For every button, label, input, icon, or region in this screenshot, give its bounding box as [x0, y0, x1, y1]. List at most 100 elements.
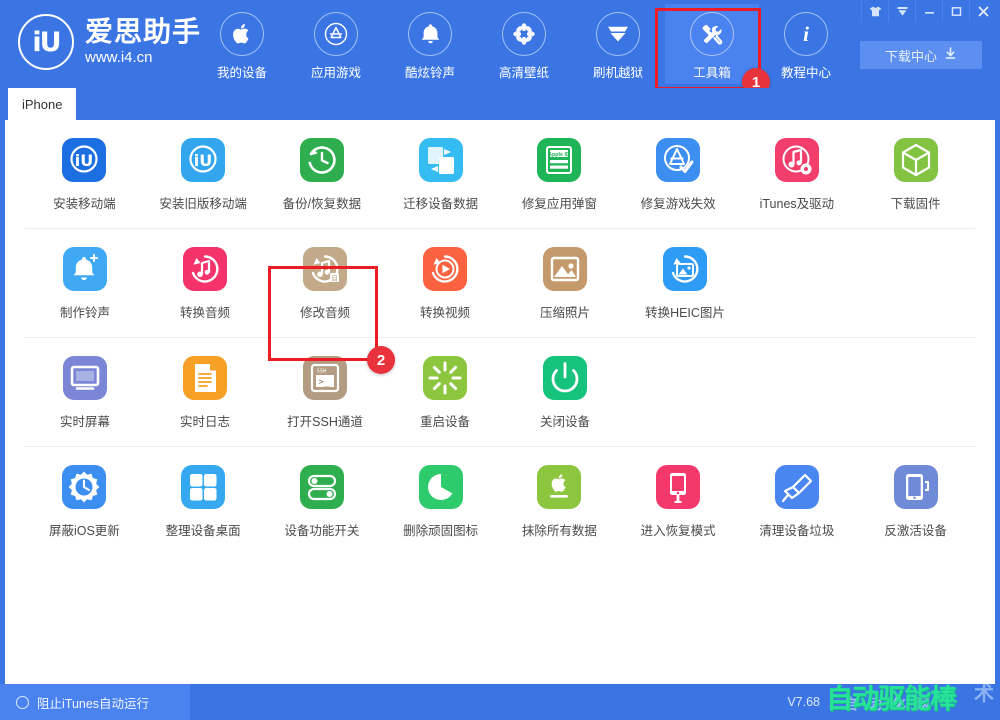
maximize-icon[interactable]: [942, 0, 969, 22]
tool-live-log[interactable]: 实时日志: [145, 338, 265, 446]
tool-erase-all-data[interactable]: 抹除所有数据: [500, 447, 619, 555]
tool-label: iTunes及驱动: [759, 197, 835, 211]
tool-label: 反激活设备: [884, 524, 947, 538]
convert-video-icon: [423, 247, 467, 291]
tab-strip: iPhone: [0, 88, 1000, 120]
tool-label: 抹除所有数据: [521, 524, 597, 538]
tool-itunes-driver[interactable]: iTunes及驱动: [738, 120, 857, 228]
svg-text:>_: >_: [319, 378, 330, 388]
nav-item-ringtones[interactable]: 酷炫铃声: [383, 4, 477, 84]
tool-label: 下载固件: [890, 197, 941, 211]
tool-make-ringtone[interactable]: 制作铃声: [25, 229, 145, 337]
download-center-button[interactable]: 下载中心: [860, 41, 982, 69]
tool-backup-restore[interactable]: 备份/恢复数据: [263, 120, 382, 228]
tool-reboot-device[interactable]: 重启设备: [385, 338, 505, 446]
tool-download-firmware[interactable]: 下载固件: [856, 120, 975, 228]
tool-install-mobile[interactable]: iU 安装移动端: [25, 120, 144, 228]
tool-label: 设备功能开关: [284, 524, 360, 538]
theme-skin-icon[interactable]: [861, 0, 888, 22]
tool-feature-toggle[interactable]: 设备功能开关: [263, 447, 382, 555]
recovery-mode-icon: [656, 465, 701, 509]
tool-label: 转换音频: [179, 306, 230, 320]
make-ringtone-icon: [63, 247, 107, 291]
toolbox-row: 实时屏幕 实时日志 SSH >_ 打开SSH通道 重启设备 关闭设备: [25, 338, 975, 447]
tool-label: 备份/恢复数据: [282, 197, 362, 211]
tool-label: 实时屏幕: [59, 415, 110, 429]
tool-label: 压缩照片: [539, 306, 590, 320]
tool-fix-app-popup[interactable]: Apple ID 修复应用弹窗: [500, 120, 619, 228]
compress-photo-icon: [543, 247, 587, 291]
tool-label: 实时日志: [179, 415, 230, 429]
svg-text:Apple ID: Apple ID: [548, 152, 570, 158]
tool-label: 修复应用弹窗: [521, 197, 597, 211]
nav-label: 酷炫铃声: [404, 66, 455, 80]
minimize-icon[interactable]: [915, 0, 942, 22]
edit-audio-icon: 自: [303, 247, 347, 291]
tab-iphone[interactable]: iPhone: [8, 88, 77, 120]
tool-label: 重启设备: [419, 415, 470, 429]
appleid-fix-icon: Apple ID: [537, 138, 582, 182]
tool-label: 关闭设备: [539, 415, 590, 429]
tool-power-off[interactable]: 关闭设备: [505, 338, 625, 446]
ssh-tunnel-icon: SSH >_: [303, 356, 347, 400]
fix-game-icon: [656, 138, 701, 182]
svg-text:自: 自: [331, 273, 338, 282]
tool-organize-desktop[interactable]: 整理设备桌面: [144, 447, 263, 555]
tool-live-screen[interactable]: 实时屏幕: [25, 338, 145, 446]
tab-label: iPhone: [22, 96, 63, 112]
live-screen-icon: [63, 356, 107, 400]
tool-label: 打开SSH通道: [287, 415, 363, 429]
tool-delete-stubborn-icon[interactable]: 删除顽固图标: [381, 447, 500, 555]
svg-text:iU: iU: [75, 151, 93, 170]
tool-label: 修改音频: [299, 306, 350, 320]
tool-clean-junk[interactable]: 清理设备垃圾: [738, 447, 857, 555]
nav-item-wallpapers[interactable]: 高清壁纸: [477, 4, 571, 84]
live-log-icon: [183, 356, 227, 400]
erase-all-icon: [537, 465, 582, 509]
tool-convert-video[interactable]: 转换视频: [385, 229, 505, 337]
tool-fix-game[interactable]: 修复游戏失效: [619, 120, 738, 228]
reboot-device-icon: [423, 356, 467, 400]
main-content: iU 安装移动端 iU 安装旧版移动端 备份/恢复数据 迁移设备数据 Apple…: [0, 120, 1000, 684]
tool-label: 屏蔽iOS更新: [48, 524, 120, 538]
tool-recovery-mode[interactable]: 进入恢复模式: [619, 447, 738, 555]
close-icon[interactable]: [969, 0, 1000, 22]
watermark-main: 自动驱能棒: [826, 684, 957, 715]
tool-label: 转换HEIC图片: [645, 306, 725, 320]
block-itunes-toggle[interactable]: 阻止iTunes自动运行: [0, 684, 190, 720]
tool-block-ios-update[interactable]: 屏蔽iOS更新: [25, 447, 144, 555]
iu-app-icon: iU: [62, 138, 107, 182]
app-window: iU 爱思助手 www.i4.cn 我的设备 应用游戏 酷炫铃声 高清壁纸 刷机…: [0, 0, 1000, 720]
nav-item-tutorials[interactable]: i 教程中心: [759, 4, 853, 84]
nav-label: 教程中心: [780, 66, 831, 80]
backup-restore-icon: [299, 138, 344, 182]
tool-deactivate-device[interactable]: 反激活设备: [856, 447, 975, 555]
download-icon: [944, 47, 957, 63]
tool-install-legacy-mobile[interactable]: iU 安装旧版移动端: [144, 120, 263, 228]
toolbox-grid: iU 安装移动端 iU 安装旧版移动端 备份/恢复数据 迁移设备数据 Apple…: [5, 120, 995, 555]
nav-label: 刷机越狱: [592, 66, 643, 80]
tool-edit-audio[interactable]: 自 修改音频: [265, 229, 385, 337]
chevron-down-icon[interactable]: [888, 0, 915, 22]
feature-toggle-icon: [299, 465, 344, 509]
brand: iU 爱思助手 www.i4.cn: [18, 14, 201, 70]
radio-icon[interactable]: [16, 695, 29, 709]
tool-convert-heic[interactable]: 转换HEIC图片: [625, 229, 745, 337]
itunes-driver-icon: [774, 138, 819, 182]
nav-item-apps-games[interactable]: 应用游戏: [289, 4, 383, 84]
toolbox-row: 制作铃声 转换音频 自 修改音频 转换视频 压缩照片 转换HEIC图片: [25, 229, 975, 338]
tool-label: 转换视频: [419, 306, 470, 320]
tool-label: 删除顽固图标: [403, 524, 479, 538]
watermark: 自 动 化 网 术 自动驱能棒: [824, 684, 996, 720]
tool-label: 修复游戏失效: [640, 197, 716, 211]
tool-convert-audio[interactable]: 转换音频: [145, 229, 265, 337]
nav-label: 工具箱: [693, 66, 731, 80]
tool-compress-photo[interactable]: 压缩照片: [505, 229, 625, 337]
nav-label: 应用游戏: [310, 66, 361, 80]
nav-item-my-device[interactable]: 我的设备: [195, 4, 289, 84]
nav-item-flash-jailbreak[interactable]: 刷机越狱: [571, 4, 665, 84]
tool-label: 整理设备桌面: [165, 524, 241, 538]
apple-icon: [220, 12, 264, 56]
tool-label: 制作铃声: [59, 306, 110, 320]
tool-migrate-data[interactable]: 迁移设备数据: [381, 120, 500, 228]
